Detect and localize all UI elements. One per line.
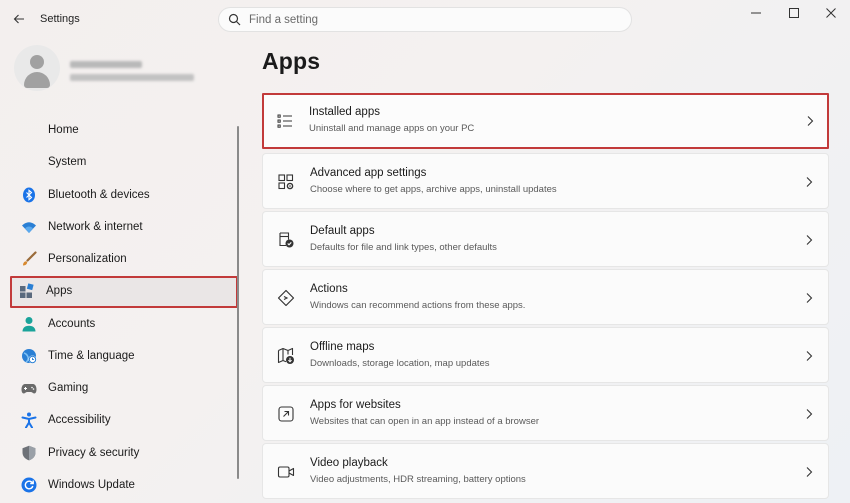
- sidebar-item-apps[interactable]: Apps: [10, 276, 238, 308]
- chevron-right-icon: [806, 235, 813, 245]
- sidebar-item-label: Windows Update: [48, 479, 135, 491]
- video-icon: [277, 466, 295, 478]
- chevron-right-icon: [807, 116, 814, 126]
- sidebar-scrollbar[interactable]: [237, 126, 239, 479]
- open-link-icon: [278, 406, 294, 422]
- card-subtitle: Downloads, storage location, map updates: [310, 358, 490, 369]
- chevron-right-icon: [806, 409, 813, 419]
- profile-email-redacted: [70, 74, 194, 81]
- page-title: Apps: [262, 48, 321, 74]
- search-input[interactable]: [249, 11, 619, 29]
- sidebar-item-label: System: [48, 156, 87, 168]
- sidebar-item-label: Home: [48, 124, 79, 136]
- card-title: Video playback: [310, 457, 388, 469]
- sidebar-item-label: Time & language: [48, 350, 135, 362]
- maximize-icon: [789, 8, 799, 18]
- sidebar-item-label: Apps: [46, 285, 73, 297]
- sidebar-item-network[interactable]: Network & internet: [12, 212, 236, 242]
- app-title: Settings: [40, 13, 80, 25]
- title-bar: Settings: [0, 0, 850, 40]
- maximize-button[interactable]: [780, 4, 808, 22]
- sidebar-item-label: Privacy & security: [48, 447, 140, 459]
- card-subtitle: Choose where to get apps, archive apps, …: [310, 184, 557, 195]
- card-title: Apps for websites: [310, 399, 401, 411]
- chevron-right-icon: [806, 467, 813, 477]
- sidebar-item-home[interactable]: Home: [12, 115, 236, 145]
- sidebar-item-label: Network & internet: [48, 221, 143, 233]
- card-subtitle: Video adjustments, HDR streaming, batter…: [310, 474, 526, 485]
- sidebar-item-label: Personalization: [48, 253, 127, 265]
- card-subtitle: Windows can recommend actions from these…: [310, 300, 526, 311]
- sidebar-item-system[interactable]: System: [12, 147, 236, 177]
- back-button[interactable]: [8, 8, 30, 30]
- card-title: Advanced app settings: [310, 167, 427, 179]
- accessibility-icon: [21, 412, 37, 428]
- sidebar-item-label: Accounts: [48, 318, 96, 330]
- advanced-app-settings-card[interactable]: Advanced app settings Choose where to ge…: [262, 153, 829, 209]
- sidebar-item-label: Bluetooth & devices: [48, 189, 150, 201]
- app-settings-icon: [278, 174, 294, 190]
- sidebar-item-privacy-security[interactable]: Privacy & security: [12, 438, 236, 468]
- search-icon: [228, 13, 241, 26]
- apps-for-websites-card[interactable]: Apps for websites Websites that can open…: [262, 385, 829, 441]
- map-download-icon: [277, 347, 294, 364]
- default-apps-card[interactable]: Default apps Defaults for file and link …: [262, 211, 829, 267]
- close-icon: [826, 8, 836, 18]
- card-title: Installed apps: [309, 106, 380, 118]
- sidebar-item-label: Accessibility: [48, 414, 111, 426]
- actions-card[interactable]: Actions Windows can recommend actions fr…: [262, 269, 829, 325]
- profile-name-redacted: [70, 61, 142, 68]
- chevron-right-icon: [806, 177, 813, 187]
- sidebar-item-label: Gaming: [48, 382, 89, 394]
- card-subtitle: Uninstall and manage apps on your PC: [309, 123, 475, 134]
- sidebar-item-accessibility[interactable]: Accessibility: [12, 405, 236, 435]
- close-button[interactable]: [817, 4, 845, 22]
- gamepad-icon: [21, 384, 37, 394]
- offline-maps-card[interactable]: Offline maps Downloads, storage location…: [262, 327, 829, 383]
- card-title: Actions: [310, 283, 348, 295]
- chevron-right-icon: [806, 293, 813, 303]
- chevron-right-icon: [806, 351, 813, 361]
- video-playback-card[interactable]: Video playback Video adjustments, HDR st…: [262, 443, 829, 499]
- bluetooth-icon: [23, 187, 35, 203]
- sidebar-item-time-language[interactable]: Time & language: [12, 341, 236, 371]
- minimize-button[interactable]: [742, 4, 770, 22]
- wifi-icon: [22, 222, 36, 233]
- sidebar-item-bluetooth[interactable]: Bluetooth & devices: [12, 180, 236, 210]
- list-icon: [277, 114, 292, 128]
- card-subtitle: Defaults for file and link types, other …: [310, 242, 497, 253]
- avatar-head: [30, 55, 44, 69]
- installed-apps-card[interactable]: Installed apps Uninstall and manage apps…: [262, 93, 829, 149]
- sidebar-item-gaming[interactable]: Gaming: [12, 373, 236, 403]
- sidebar-item-accounts[interactable]: Accounts: [12, 309, 236, 339]
- sidebar-item-personalization[interactable]: Personalization: [12, 244, 236, 274]
- default-apps-icon: [279, 232, 294, 248]
- apps-icon: [20, 283, 34, 298]
- globe-clock-icon: [22, 349, 37, 364]
- shield-icon: [22, 445, 36, 461]
- brush-icon: [23, 251, 37, 266]
- actions-icon: [277, 289, 295, 307]
- card-title: Default apps: [310, 225, 375, 237]
- avatar[interactable]: [14, 45, 60, 91]
- card-subtitle: Websites that can open in an app instead…: [310, 416, 540, 427]
- back-arrow-icon: [13, 14, 24, 24]
- update-icon: [21, 477, 37, 493]
- minimize-icon: [751, 12, 761, 14]
- sidebar-item-windows-update[interactable]: Windows Update: [12, 470, 236, 500]
- person-icon: [22, 317, 36, 332]
- avatar-body: [24, 72, 50, 88]
- search-box[interactable]: [218, 7, 632, 32]
- card-title: Offline maps: [310, 341, 375, 353]
